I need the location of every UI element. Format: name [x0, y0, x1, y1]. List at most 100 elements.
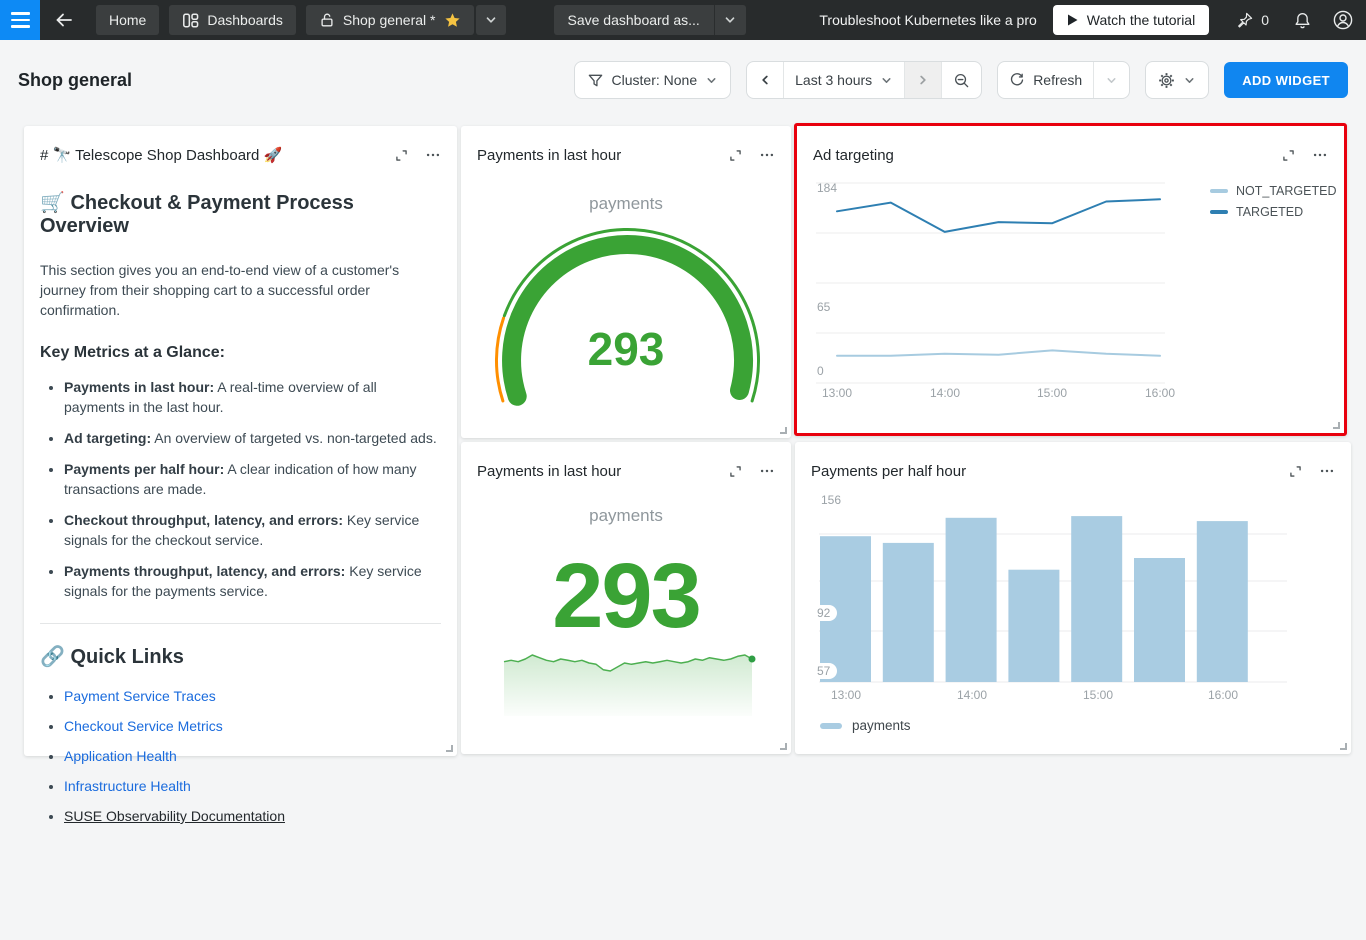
list-item: Checkout Service Metrics	[64, 719, 441, 734]
divider	[40, 623, 441, 624]
list-item: Checkout throughput, latency, and errors…	[64, 510, 441, 550]
ellipsis-icon	[1319, 463, 1335, 479]
y-axis-label: 156	[821, 493, 841, 507]
expand-widget-button[interactable]	[728, 464, 743, 479]
quick-links-list: Payment Service Traces Checkout Service …	[40, 689, 441, 824]
expand-icon	[1281, 148, 1296, 163]
cluster-filter-button[interactable]: Cluster: None	[574, 61, 732, 99]
add-widget-button[interactable]: ADD WIDGET	[1224, 62, 1348, 98]
list-item: Payments throughput, latency, and errors…	[64, 561, 441, 601]
widget-ad-targeting-highlighted: Ad targeting 184 65 0 13:00 14:00 15:00 …	[794, 123, 1347, 436]
zoom-out-button[interactable]	[941, 62, 981, 98]
dashboard-settings-button[interactable]	[1145, 61, 1209, 99]
star-icon[interactable]	[444, 12, 461, 29]
number-metric-label: payments	[461, 506, 791, 526]
pin-count: 0	[1261, 12, 1269, 28]
x-axis-label: 15:00	[1070, 688, 1126, 702]
legend-item-not-targeted[interactable]: NOT_TARGETED	[1210, 184, 1336, 198]
link-application-health[interactable]: Application Health	[64, 748, 177, 764]
save-dashboard-button[interactable]: Save dashboard as...	[554, 5, 714, 35]
resize-handle[interactable]	[446, 745, 453, 752]
link-payment-service-traces[interactable]: Payment Service Traces	[64, 688, 216, 704]
payments-bar-chart	[795, 442, 1351, 754]
expand-widget-button[interactable]	[394, 148, 409, 163]
widget-menu-button[interactable]	[759, 147, 775, 163]
back-arrow-icon	[54, 10, 74, 30]
ellipsis-icon	[1312, 147, 1328, 163]
metrics-list: Payments in last hour: A real-time overv…	[40, 377, 441, 601]
legend-item-targeted[interactable]: TARGETED	[1210, 205, 1336, 219]
back-button[interactable]	[54, 10, 74, 30]
widget-menu-button[interactable]	[1312, 147, 1328, 163]
expand-widget-button[interactable]	[1281, 148, 1296, 163]
x-axis-label: 13:00	[818, 688, 874, 702]
gear-icon	[1158, 72, 1175, 89]
list-item: SUSE Observability Documentation	[64, 809, 441, 824]
list-item: Payments per half hour: A clear indicati…	[64, 459, 441, 499]
widget-title: Ad targeting	[813, 147, 1265, 164]
watch-tutorial-button[interactable]: Watch the tutorial	[1053, 5, 1209, 35]
expand-widget-button[interactable]	[1288, 464, 1303, 479]
legend-swatch	[1210, 210, 1228, 214]
widget-menu-button[interactable]	[1319, 463, 1335, 479]
widget-title: # 🔭 Telescope Shop Dashboard 🚀	[40, 146, 378, 164]
tab-shop-general[interactable]: Shop general *	[306, 5, 474, 35]
x-axis-label: 16:00	[1132, 386, 1188, 400]
hamburger-menu-button[interactable]	[0, 0, 40, 40]
user-avatar-button[interactable]	[1332, 9, 1354, 31]
zoom-out-icon	[953, 72, 970, 89]
resize-handle[interactable]	[780, 743, 787, 750]
y-axis-label: 0	[817, 364, 824, 378]
time-next-button[interactable]	[904, 62, 941, 98]
legend-item-payments[interactable]: payments	[820, 718, 911, 733]
resize-handle[interactable]	[1340, 743, 1347, 750]
widget-title: Payments per half hour	[811, 463, 1272, 480]
legend-swatch	[820, 723, 842, 729]
chevron-down-icon	[705, 74, 718, 87]
legend-label: payments	[852, 718, 911, 733]
refresh-icon	[1009, 72, 1025, 88]
y-axis-label: 92	[810, 605, 837, 621]
chart-legend: NOT_TARGETED TARGETED	[1210, 184, 1336, 219]
x-axis-label: 15:00	[1024, 386, 1080, 400]
expand-icon	[728, 148, 743, 163]
markdown-content: 🛒 Checkout & Payment Process Overview Th…	[40, 170, 441, 839]
play-icon	[1067, 14, 1078, 26]
tab-dashboards[interactable]: Dashboards	[169, 5, 296, 35]
expand-icon	[1288, 464, 1303, 479]
notifications-button[interactable]	[1293, 11, 1312, 30]
payments-gauge-chart	[461, 126, 791, 438]
resize-handle[interactable]	[780, 427, 787, 434]
refresh-group: Refresh	[997, 61, 1130, 99]
refresh-button[interactable]: Refresh	[998, 62, 1093, 98]
list-item: Ad targeting: An overview of targeted vs…	[64, 428, 441, 448]
pinned-items-button[interactable]: 0	[1235, 11, 1269, 30]
link-infrastructure-health[interactable]: Infrastructure Health	[64, 778, 191, 794]
resize-handle[interactable]	[1333, 422, 1340, 429]
legend-label: TARGETED	[1236, 205, 1303, 219]
time-range-button[interactable]: Last 3 hours	[783, 62, 904, 98]
payments-sparkline-chart	[500, 645, 762, 717]
link-checkout-service-metrics[interactable]: Checkout Service Metrics	[64, 718, 223, 734]
widget-menu-button[interactable]	[759, 463, 775, 479]
refresh-menu-button[interactable]	[1093, 62, 1129, 98]
widget-title: Payments in last hour	[477, 463, 712, 480]
topbar: Home Dashboards Shop general * Save dash…	[0, 0, 1366, 40]
save-dashboard-menu-button[interactable]	[714, 5, 746, 35]
link-suse-observability-docs[interactable]: SUSE Observability Documentation	[64, 808, 285, 824]
list-item: Payments in last hour: A real-time overv…	[64, 377, 441, 417]
time-prev-button[interactable]	[747, 62, 783, 98]
widget-menu-button[interactable]	[425, 147, 441, 163]
quick-links-heading: 🔗 Quick Links	[40, 644, 441, 669]
tab-home[interactable]: Home	[96, 5, 159, 35]
time-range-group: Last 3 hours	[746, 61, 982, 99]
markdown-intro: This section gives you an end-to-end vie…	[40, 260, 441, 320]
refresh-label: Refresh	[1033, 72, 1082, 88]
tab-menu-button[interactable]	[476, 5, 506, 35]
expand-icon	[394, 148, 409, 163]
list-item: Application Health	[64, 749, 441, 764]
chevron-right-icon	[916, 73, 930, 87]
legend-label: NOT_TARGETED	[1236, 184, 1336, 198]
expand-widget-button[interactable]	[728, 148, 743, 163]
chevron-down-icon	[1183, 74, 1196, 87]
